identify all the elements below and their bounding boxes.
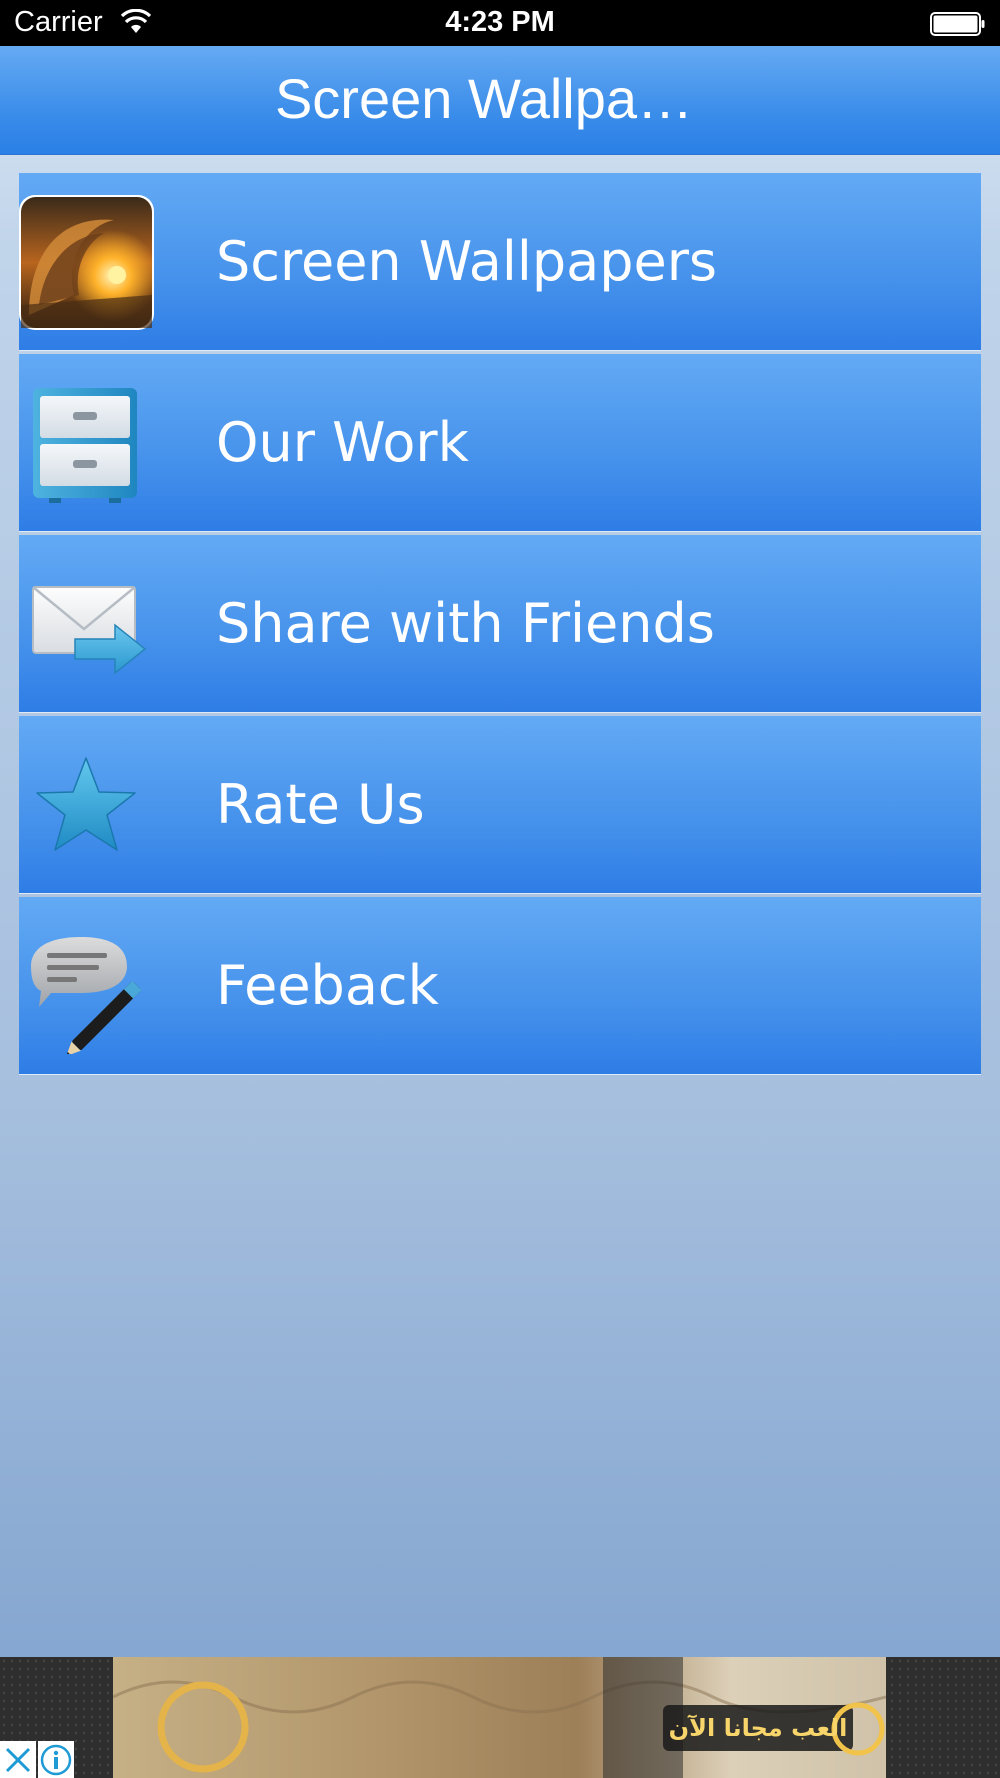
menu-list: Screen Wallpapers Our Work Share with Fr… [19,173,981,1078]
menu-item-our-work[interactable]: Our Work [19,354,981,532]
star-icon [36,757,136,851]
menu-item-label: Feeback [216,954,439,1017]
ad-banner-text: العب مجانا الآن [669,1714,848,1742]
mail-forward-icon [32,586,147,675]
status-time: 4:23 PM [445,6,555,38]
menu-item-label: Our Work [216,411,469,474]
menu-item-feedback[interactable]: Feeback [19,897,981,1075]
navigation-bar: Screen Wallpa… [0,46,1000,155]
menu-item-rate-us[interactable]: Rate Us [19,716,981,894]
cabinet-icon [33,388,137,503]
status-bar: Carrier 4:23 PM [0,0,1000,46]
menu-item-share-with-friends[interactable]: Share with Friends [19,535,981,713]
ad-close-icon[interactable] [0,1741,36,1778]
wave-app-icon [19,195,154,330]
battery-icon [930,12,985,36]
menu-item-screen-wallpapers[interactable]: Screen Wallpapers [19,173,981,351]
menu-item-label: Rate Us [216,773,425,836]
menu-item-label: Share with Friends [216,592,715,655]
ad-banner: العب مجانا الآن [0,1657,1000,1778]
ad-info-icon[interactable] [38,1741,74,1778]
nav-title: Screen Wallpa… [274,67,694,130]
ad-image[interactable]: العب مجانا الآن [113,1657,886,1778]
menu-item-label: Screen Wallpapers [216,230,718,293]
feedback-icon [31,937,142,1054]
